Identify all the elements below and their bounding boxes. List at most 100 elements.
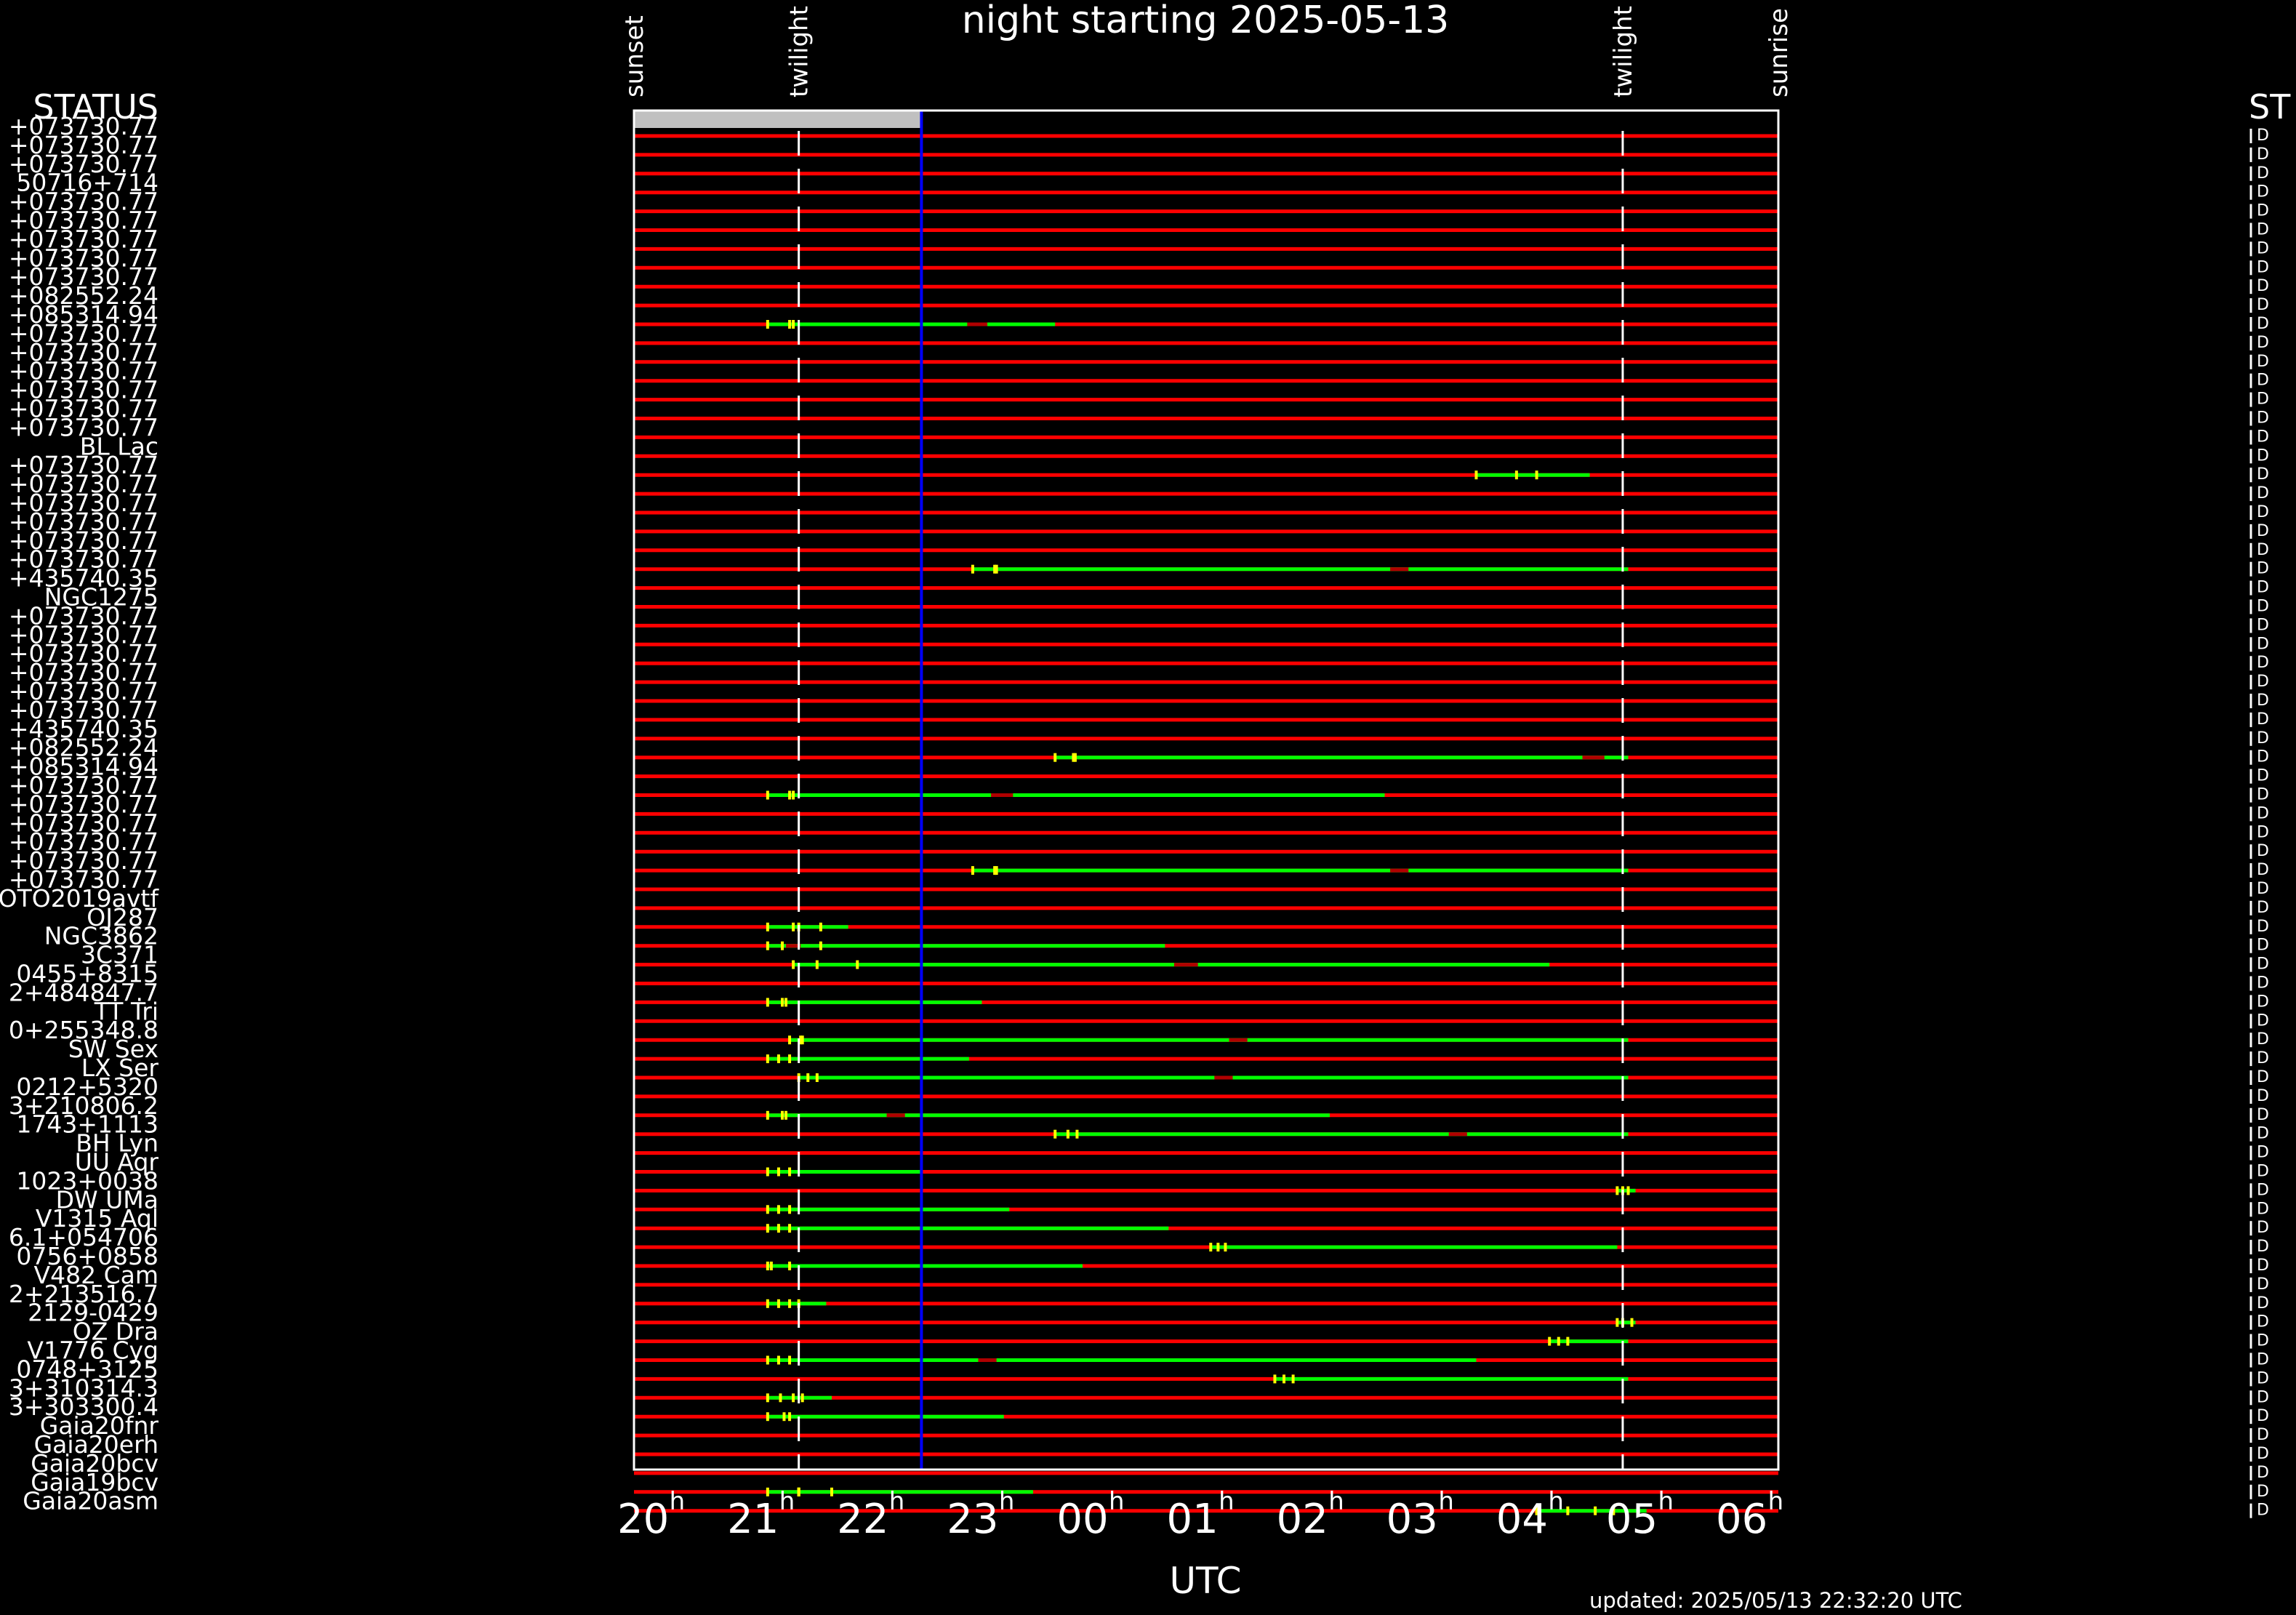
status-marker: D bbox=[2257, 1502, 2269, 1520]
status-marker: D bbox=[2257, 353, 2269, 371]
status-marker: D bbox=[2257, 1011, 2269, 1030]
status-marker: D bbox=[2257, 239, 2269, 257]
night-schedule-chart: night starting 2025-05-13 STATUS ST UTC … bbox=[0, 0, 2296, 1615]
x-tick-label: 00 bbox=[1056, 1496, 1108, 1543]
x-tick-superscript: h bbox=[779, 1487, 795, 1516]
x-tick-superscript: h bbox=[1548, 1487, 1564, 1516]
status-marker: D bbox=[2257, 937, 2269, 955]
status-marker: D bbox=[2257, 1125, 2269, 1143]
status-marker: D bbox=[2257, 258, 2269, 276]
status-marker: D bbox=[2257, 409, 2269, 428]
updated-timestamp: updated: 2025/05/13 22:32:20 UTC bbox=[1589, 1588, 1962, 1613]
status-marker: D bbox=[2257, 1388, 2269, 1406]
status-marker: D bbox=[2257, 428, 2269, 446]
status-marker: D bbox=[2257, 202, 2269, 220]
status-marker: D bbox=[2257, 823, 2269, 841]
status-marker: D bbox=[2257, 1144, 2269, 1162]
x-tick-label: 04 bbox=[1496, 1496, 1548, 1543]
status-marker: D bbox=[2257, 1106, 2269, 1124]
x-tick-superscript: h bbox=[1438, 1487, 1454, 1516]
status-marker: D bbox=[2257, 277, 2269, 295]
status-column-header-right: ST bbox=[2249, 87, 2291, 127]
status-marker: D bbox=[2257, 804, 2269, 822]
x-tick-label: 20 bbox=[617, 1496, 669, 1543]
status-marker: D bbox=[2257, 1332, 2269, 1350]
status-marker: D bbox=[2257, 372, 2269, 390]
status-marker: D bbox=[2257, 446, 2269, 465]
status-marker: D bbox=[2257, 616, 2269, 634]
status-marker: D bbox=[2257, 390, 2269, 409]
x-tick-label: 06 bbox=[1716, 1496, 1767, 1543]
status-marker: D bbox=[2257, 1313, 2269, 1331]
status-marker: D bbox=[2257, 598, 2269, 616]
chart-background bbox=[0, 0, 2296, 1615]
status-marker: D bbox=[2257, 465, 2269, 484]
event-label: twilight bbox=[1609, 6, 1638, 97]
status-marker: D bbox=[2257, 1445, 2269, 1463]
status-marker: D bbox=[2257, 296, 2269, 314]
status-marker: D bbox=[2257, 1181, 2269, 1199]
status-marker: D bbox=[2257, 955, 2269, 974]
x-tick-label: 23 bbox=[947, 1496, 998, 1543]
status-marker: D bbox=[2257, 1087, 2269, 1105]
status-marker: D bbox=[2257, 183, 2269, 201]
x-tick-label: 05 bbox=[1606, 1496, 1658, 1543]
x-tick-label: 01 bbox=[1166, 1496, 1218, 1543]
status-marker: D bbox=[2257, 484, 2269, 502]
status-marker: D bbox=[2257, 145, 2269, 164]
target-label: Gaia20asm bbox=[23, 1487, 158, 1515]
status-marker: D bbox=[2257, 710, 2269, 729]
status-marker: D bbox=[2257, 1257, 2269, 1275]
status-marker: D bbox=[2257, 522, 2269, 540]
x-tick-superscript: h bbox=[1219, 1487, 1235, 1516]
status-marker: D bbox=[2257, 127, 2269, 145]
status-marker: D bbox=[2257, 861, 2269, 879]
x-tick-superscript: h bbox=[1768, 1487, 1784, 1516]
event-label: twilight bbox=[785, 6, 814, 97]
status-marker: D bbox=[2257, 654, 2269, 672]
status-marker: D bbox=[2257, 673, 2269, 691]
status-marker: D bbox=[2257, 1163, 2269, 1181]
status-marker: D bbox=[2257, 842, 2269, 860]
status-marker: D bbox=[2257, 1275, 2269, 1294]
status-marker: D bbox=[2257, 1369, 2269, 1387]
status-marker: D bbox=[2257, 1483, 2269, 1501]
status-marker: D bbox=[2257, 899, 2269, 917]
status-marker: D bbox=[2257, 579, 2269, 597]
status-marker: D bbox=[2257, 1407, 2269, 1425]
status-marker: D bbox=[2257, 1030, 2269, 1049]
status-marker: D bbox=[2257, 1219, 2269, 1237]
event-label: sunrise bbox=[1765, 8, 1794, 97]
x-tick-label: 22 bbox=[837, 1496, 888, 1543]
x-tick-label: 21 bbox=[727, 1496, 779, 1543]
status-marker: D bbox=[2257, 974, 2269, 993]
status-marker: D bbox=[2257, 918, 2269, 936]
status-marker: D bbox=[2257, 729, 2269, 748]
status-marker: D bbox=[2257, 748, 2269, 766]
x-tick-superscript: h bbox=[670, 1487, 686, 1516]
status-marker: D bbox=[2257, 221, 2269, 239]
x-tick-label: 02 bbox=[1277, 1496, 1328, 1543]
status-marker: D bbox=[2257, 786, 2269, 804]
status-marker: D bbox=[2257, 164, 2269, 183]
x-axis-label: UTC bbox=[1169, 1560, 1241, 1602]
status-marker: D bbox=[2257, 767, 2269, 785]
status-marker: D bbox=[2257, 880, 2269, 898]
status-marker: D bbox=[2257, 315, 2269, 333]
status-marker: D bbox=[2257, 541, 2269, 559]
elapsed-night-bar bbox=[634, 111, 922, 128]
event-label: sunset bbox=[620, 15, 649, 97]
status-marker: D bbox=[2257, 1294, 2269, 1313]
status-marker: D bbox=[2257, 635, 2269, 653]
status-marker: D bbox=[2257, 1351, 2269, 1369]
x-tick-superscript: h bbox=[1109, 1487, 1125, 1516]
status-marker: D bbox=[2257, 1049, 2269, 1067]
x-tick-superscript: h bbox=[1658, 1487, 1674, 1516]
x-tick-label: 03 bbox=[1386, 1496, 1438, 1543]
status-marker: D bbox=[2257, 692, 2269, 710]
status-marker: D bbox=[2257, 1200, 2269, 1218]
status-marker: D bbox=[2257, 1464, 2269, 1482]
x-tick-superscript: h bbox=[1328, 1487, 1344, 1516]
status-marker: D bbox=[2257, 993, 2269, 1011]
status-marker: D bbox=[2257, 1068, 2269, 1086]
